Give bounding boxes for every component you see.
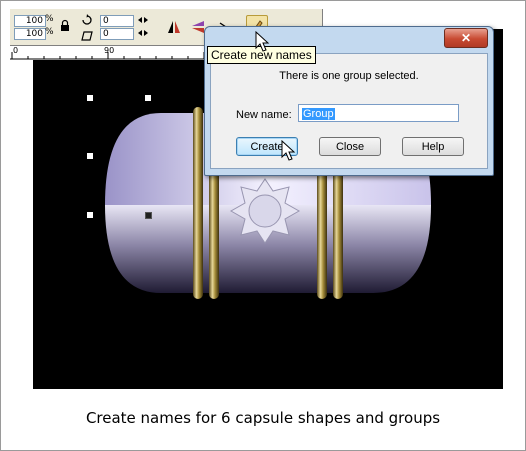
flip-horizontal-icon[interactable] bbox=[166, 19, 180, 33]
new-name-input[interactable]: Group bbox=[298, 104, 459, 122]
width-field[interactable]: 100 bbox=[14, 15, 46, 27]
selection-handle[interactable] bbox=[145, 95, 151, 101]
selection-message: There is one group selected. bbox=[279, 70, 419, 82]
selection-handle[interactable] bbox=[87, 153, 93, 159]
rotate-icon[interactable] bbox=[80, 13, 94, 27]
lock-aspect-icon[interactable] bbox=[58, 19, 72, 33]
help-button[interactable]: Help bbox=[402, 137, 464, 156]
skew-icon[interactable] bbox=[80, 29, 94, 43]
nudge-arrows-icon[interactable] bbox=[136, 15, 150, 36]
screenshot-frame: 100 100 % % 0 0 0 90 ✕ There is one grou… bbox=[0, 0, 526, 451]
ruler-origin-label: 0 bbox=[13, 46, 19, 55]
height-percent-label: % bbox=[45, 27, 54, 37]
dialog-body: There is one group selected. New name: G… bbox=[210, 53, 488, 169]
selection-handle[interactable] bbox=[87, 212, 93, 218]
new-name-label: New name: bbox=[236, 109, 292, 121]
sun-emblem bbox=[229, 178, 301, 244]
mouse-cursor-icon bbox=[255, 31, 270, 52]
dialog-close-button[interactable]: ✕ bbox=[444, 28, 488, 48]
mouse-cursor-icon bbox=[281, 140, 296, 161]
gold-rod bbox=[317, 159, 327, 299]
gold-rod bbox=[333, 169, 343, 299]
height-field[interactable]: 100 bbox=[14, 28, 46, 40]
angle-field[interactable]: 0 bbox=[100, 15, 134, 27]
flip-vertical-icon[interactable] bbox=[190, 19, 204, 33]
figure-caption: Create names for 6 capsule shapes and gr… bbox=[85, 409, 441, 427]
gold-rod bbox=[193, 107, 203, 299]
width-percent-label: % bbox=[45, 14, 54, 24]
ruler-label-90: 90 bbox=[104, 46, 115, 55]
skew-field[interactable]: 0 bbox=[100, 28, 134, 40]
new-name-value: Group bbox=[302, 108, 335, 120]
close-button[interactable]: Close bbox=[319, 137, 381, 156]
selection-handle[interactable] bbox=[145, 212, 152, 219]
selection-handle[interactable] bbox=[87, 95, 93, 101]
